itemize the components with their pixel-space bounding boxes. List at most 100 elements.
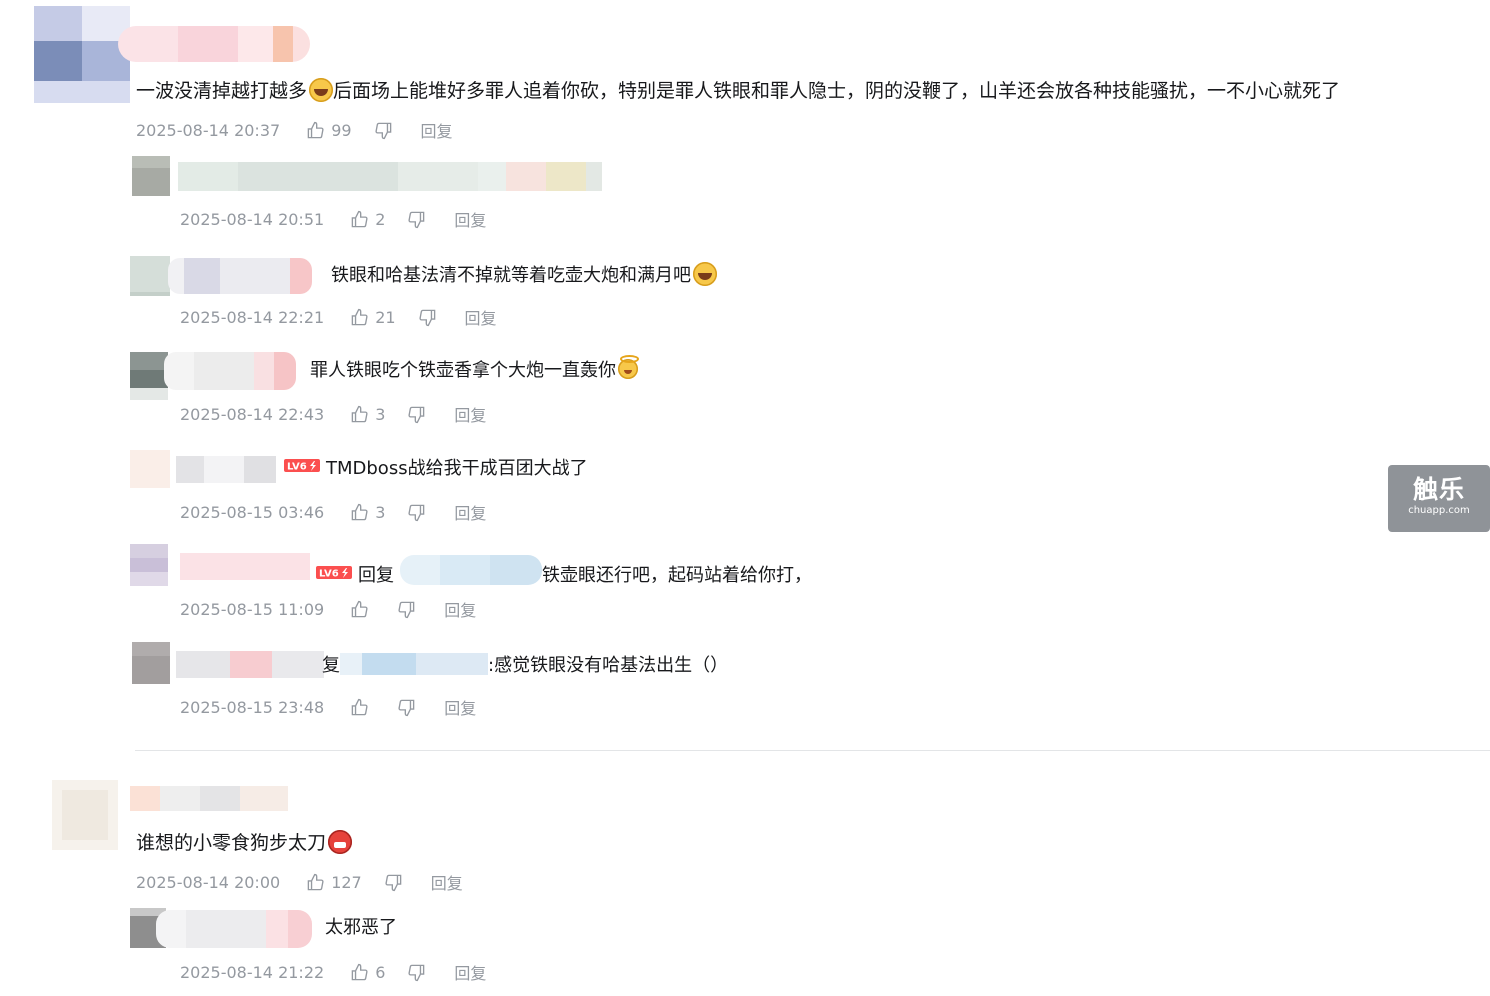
comment-text: 一波没清掉越打越多 后面场上能堆好多罪人追着你砍，特别是罪人铁眼和罪人隐士，阴的没… bbox=[136, 78, 1341, 102]
dislike-button[interactable] bbox=[384, 873, 403, 892]
timestamp: 2025-08-14 20:51 bbox=[180, 209, 325, 229]
reply-button[interactable]: 回复 bbox=[444, 597, 476, 621]
like-button[interactable] bbox=[350, 600, 375, 619]
avatar[interactable] bbox=[132, 156, 170, 196]
level-badge-icon: LV6 bbox=[284, 458, 320, 473]
reply-button[interactable]: 回复 bbox=[454, 402, 486, 426]
like-count: 3 bbox=[375, 404, 386, 424]
like-count: 6 bbox=[375, 962, 386, 982]
like-button[interactable]: 99 bbox=[306, 120, 352, 140]
svg-text:LV6: LV6 bbox=[287, 462, 307, 473]
like-button[interactable]: 3 bbox=[350, 405, 385, 424]
like-count: 99 bbox=[331, 120, 352, 140]
timestamp: 2025-08-14 22:43 bbox=[180, 404, 325, 424]
avatar[interactable] bbox=[130, 544, 168, 586]
like-count: 3 bbox=[375, 502, 386, 522]
dislike-button[interactable] bbox=[397, 600, 416, 619]
reply-button[interactable]: 回复 bbox=[454, 500, 486, 524]
dislike-button[interactable] bbox=[418, 308, 437, 327]
thumbs-down-icon bbox=[374, 122, 391, 139]
reply-text: 太邪恶了 bbox=[325, 917, 397, 938]
thumbs-up-icon bbox=[351, 600, 368, 617]
reply-button[interactable]: 回复 bbox=[454, 960, 486, 984]
laughing-crying-emoji-icon bbox=[309, 78, 334, 102]
comment-text: 谁想的小零食狗步太刀 bbox=[136, 830, 353, 855]
thumbs-up-icon bbox=[351, 698, 368, 715]
timestamp: 2025-08-15 23:48 bbox=[180, 697, 325, 717]
thumbs-down-icon bbox=[398, 601, 415, 618]
like-button[interactable]: 6 bbox=[350, 963, 385, 982]
thumbs-up-icon bbox=[307, 121, 324, 138]
dislike-button[interactable] bbox=[407, 210, 426, 229]
laughing-crying-emoji-icon bbox=[693, 262, 717, 286]
thumbs-up-icon bbox=[351, 308, 368, 325]
reply-meta: 2025-08-15 03:46 3 回复 bbox=[180, 500, 486, 524]
like-button[interactable]: 21 bbox=[350, 308, 396, 327]
reply-meta: 2025-08-15 23:48 回复 bbox=[180, 695, 476, 719]
thumbs-up-icon bbox=[351, 210, 368, 227]
username[interactable] bbox=[176, 651, 324, 678]
svg-text:LV6: LV6 bbox=[319, 569, 339, 580]
reply-meta: 2025-08-14 22:43 3 回复 bbox=[180, 402, 486, 426]
timestamp: 2025-08-15 03:46 bbox=[180, 502, 325, 522]
username[interactable] bbox=[176, 456, 276, 483]
username[interactable] bbox=[164, 352, 296, 390]
avatar[interactable] bbox=[130, 450, 170, 488]
comment-meta: 2025-08-14 20:37 99 回复 bbox=[136, 118, 453, 142]
like-count: 2 bbox=[375, 209, 386, 229]
reply-text: 罪人铁眼吃个铁壶香拿个大炮一直轰你 bbox=[310, 355, 639, 383]
reply-meta: 2025-08-14 20:51 2 回复 bbox=[180, 207, 486, 231]
dislike-button[interactable] bbox=[407, 503, 426, 522]
reply-text: 铁眼和哈基法清不掉就等着吃壶大炮和满月吧 bbox=[331, 262, 717, 288]
watermark-main-text: 触乐 bbox=[1412, 475, 1465, 504]
thumbs-up-icon bbox=[351, 405, 368, 422]
avatar[interactable] bbox=[130, 256, 170, 296]
like-button[interactable]: 127 bbox=[306, 873, 362, 892]
thumbs-up-icon bbox=[307, 873, 324, 890]
reply-meta: 2025-08-15 11:09 回复 bbox=[180, 597, 476, 621]
timestamp: 2025-08-14 20:00 bbox=[136, 872, 281, 892]
dislike-button[interactable] bbox=[407, 963, 426, 982]
mentioned-username[interactable] bbox=[400, 555, 542, 585]
thumbs-up-icon bbox=[351, 503, 368, 520]
username[interactable] bbox=[168, 258, 312, 294]
level-badge-icon: LV6 bbox=[316, 565, 352, 580]
username[interactable] bbox=[118, 26, 310, 62]
avatar[interactable] bbox=[52, 780, 118, 850]
username[interactable] bbox=[180, 553, 310, 580]
reply-text: LV6 TMDboss战给我干成百团大战了 bbox=[284, 457, 588, 481]
like-count: 127 bbox=[331, 872, 362, 892]
timestamp: 2025-08-14 20:37 bbox=[136, 120, 281, 140]
dislike-button[interactable] bbox=[397, 698, 416, 717]
like-button[interactable]: 2 bbox=[350, 210, 385, 229]
thumbs-down-icon bbox=[398, 699, 415, 716]
comment-divider bbox=[135, 750, 1490, 751]
reply-button[interactable]: 回复 bbox=[465, 305, 497, 329]
angry-emoji-icon bbox=[328, 830, 353, 854]
thumbs-down-icon bbox=[385, 874, 402, 891]
timestamp: 2025-08-14 22:21 bbox=[180, 307, 325, 327]
thumbs-down-icon bbox=[418, 309, 435, 326]
reply-button[interactable]: 回复 bbox=[421, 118, 453, 142]
comment-meta: 2025-08-14 20:00 127 回复 bbox=[136, 870, 463, 894]
reply-button[interactable]: 回复 bbox=[454, 207, 486, 231]
username[interactable] bbox=[156, 910, 312, 948]
avatar[interactable] bbox=[132, 642, 170, 684]
username[interactable] bbox=[178, 162, 602, 191]
thumbs-down-icon bbox=[408, 504, 425, 521]
reply-meta: 2025-08-14 21:22 6 回复 bbox=[180, 960, 486, 984]
avatar[interactable] bbox=[34, 6, 130, 103]
avatar[interactable] bbox=[130, 352, 168, 400]
like-button[interactable] bbox=[350, 698, 375, 717]
mentioned-username[interactable] bbox=[340, 653, 488, 675]
like-button[interactable]: 3 bbox=[350, 503, 385, 522]
reply-text: 复:感觉铁眼没有哈基法出生（） bbox=[322, 653, 729, 676]
thumbs-up-icon bbox=[351, 963, 368, 980]
dislike-button[interactable] bbox=[374, 121, 393, 140]
username[interactable] bbox=[130, 786, 288, 811]
timestamp: 2025-08-15 11:09 bbox=[180, 599, 325, 619]
dislike-button[interactable] bbox=[407, 405, 426, 424]
reply-button[interactable]: 回复 bbox=[431, 870, 463, 894]
watermark-sub-text: chuapp.com bbox=[1408, 505, 1470, 516]
reply-button[interactable]: 回复 bbox=[444, 695, 476, 719]
